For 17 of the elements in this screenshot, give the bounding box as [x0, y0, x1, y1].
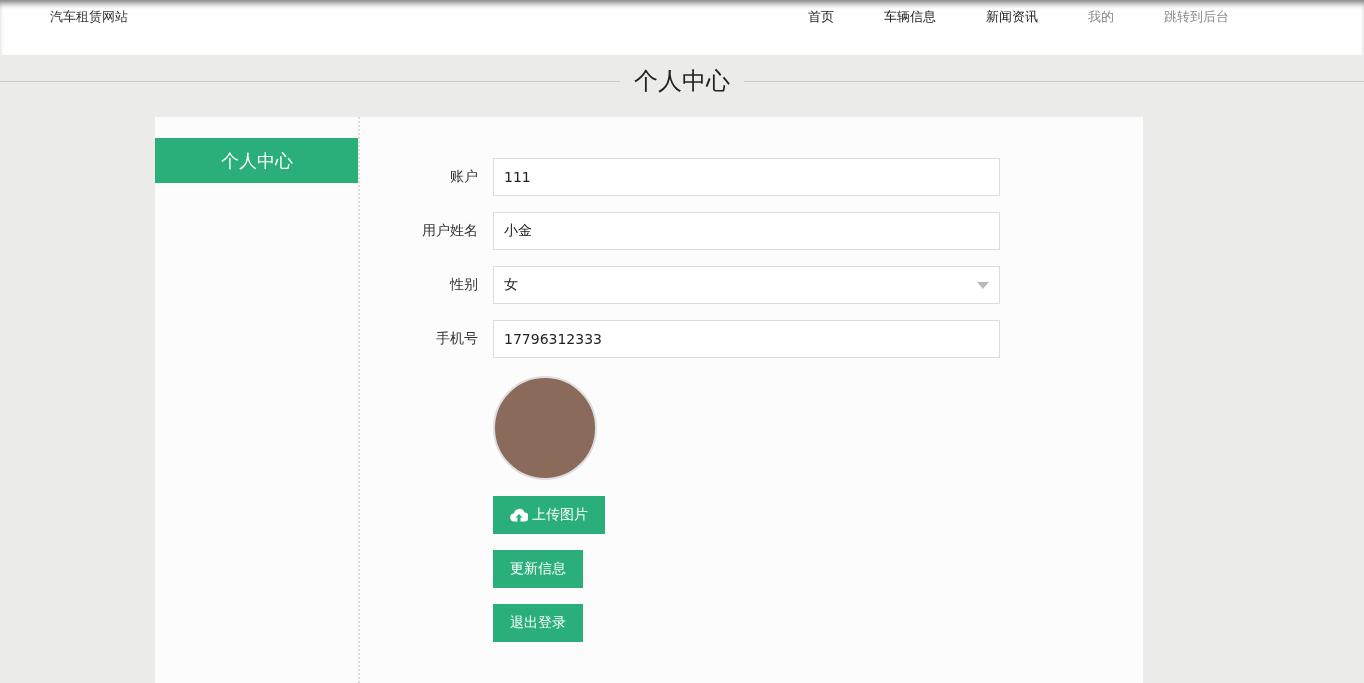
- nav-link[interactable]: 我的: [1063, 8, 1139, 26]
- caret-icon: [977, 281, 989, 289]
- nav-link[interactable]: 新闻资讯: [961, 8, 1063, 26]
- nav-link[interactable]: 跳转到后台: [1139, 8, 1254, 26]
- field-label: 用户姓名: [421, 222, 478, 240]
- input-field[interactable]: 111: [493, 158, 1000, 196]
- select-field[interactable]: 女: [493, 266, 1000, 304]
- nav-link[interactable]: 车辆信息: [859, 8, 961, 26]
- input-field[interactable]: 17796312333: [493, 320, 1000, 358]
- field-label: 手机号: [435, 330, 478, 348]
- nav-link[interactable]: 首页: [783, 8, 859, 26]
- page-title: 个人中心: [634, 66, 730, 97]
- field-label: 账户: [449, 168, 478, 186]
- site-title: 汽车租赁网站: [50, 8, 128, 26]
- cloud-upload-icon: [510, 508, 528, 522]
- field-label: 性别: [448, 276, 478, 294]
- input-field[interactable]: 小金: [493, 212, 1000, 250]
